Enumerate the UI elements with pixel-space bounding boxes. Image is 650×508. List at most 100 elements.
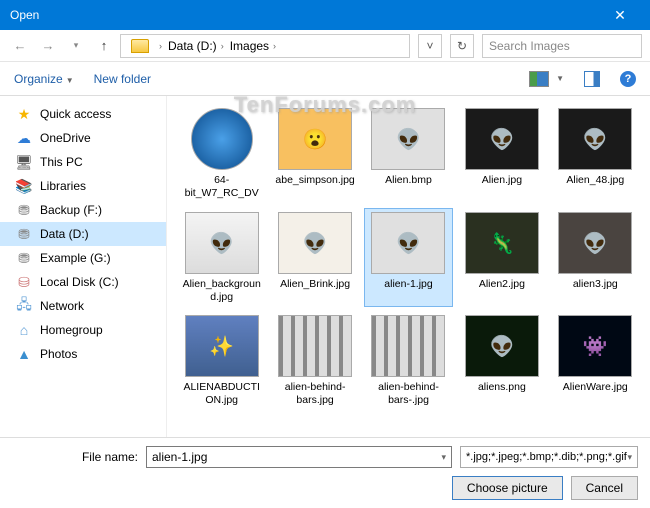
- search-input[interactable]: Search Images: [482, 34, 642, 58]
- sidebar-item-label: Data (D:): [40, 227, 89, 241]
- file-name: aliens.png: [461, 381, 542, 394]
- preview-pane-icon[interactable]: [584, 71, 600, 87]
- file-type-filter[interactable]: *.jpg;*.jpeg;*.bmp;*.dib;*.png;*.gif;*.j…: [460, 446, 638, 468]
- sidebar-item-label: OneDrive: [40, 131, 91, 145]
- quick-access-icon: ★: [16, 106, 32, 122]
- file-thumbnail: 🦎: [465, 212, 539, 274]
- sidebar-item-label: Backup (F:): [40, 203, 102, 217]
- window-title: Open: [10, 8, 600, 22]
- sidebar-item-label: Photos: [40, 347, 77, 361]
- refresh-button[interactable]: ↻: [450, 34, 474, 58]
- file-list: 64-bit_W7_RC_DVD_Label.png 😮abe_simpson.j…: [166, 96, 650, 437]
- file-thumbnail: ✨: [185, 315, 259, 377]
- sidebar: ★ Quick access ☁ OneDrive 🖥 This PC 📚 Libraries…: [0, 96, 166, 437]
- filename-input[interactable]: alien-1.jpg▾: [146, 446, 452, 468]
- sidebar-item-label: This PC: [40, 155, 83, 169]
- file-item[interactable]: 64-bit_W7_RC_DVD_Label.png: [177, 104, 266, 204]
- file-thumbnail: [278, 315, 352, 377]
- file-item[interactable]: 😮abe_simpson.jpg: [270, 104, 359, 204]
- sidebar-item-this-pc[interactable]: 🖥 This PC: [0, 150, 166, 174]
- example-icon: ⛃: [16, 250, 32, 266]
- onedrive-icon: ☁: [16, 130, 32, 146]
- filename-label: File name:: [12, 450, 138, 464]
- file-thumbnail: [371, 315, 445, 377]
- file-item[interactable]: alien-behind-bars-.jpg: [364, 311, 453, 410]
- help-icon[interactable]: ?: [620, 71, 636, 87]
- up-button[interactable]: ↑: [92, 34, 116, 58]
- file-thumbnail: 👽: [558, 212, 632, 274]
- file-thumbnail: [191, 108, 253, 170]
- sidebar-item-photos[interactable]: ▲Photos: [0, 342, 166, 366]
- recent-dropdown-icon[interactable]: ▾: [64, 34, 88, 58]
- file-thumbnail: 👽: [465, 108, 539, 170]
- file-name: alien-behind-bars.jpg: [274, 381, 355, 406]
- file-item[interactable]: 👽 Alien_Brink.jpg: [270, 208, 359, 307]
- file-item[interactable]: 👽aliens.png: [457, 311, 546, 410]
- file-thumbnail: 👽: [185, 212, 259, 274]
- file-name: ALIENABDUCTION.jpg: [181, 381, 262, 406]
- file-name: alien3.jpg: [555, 278, 636, 291]
- sidebar-item-label: Quick access: [40, 107, 111, 121]
- breadcrumb-folder[interactable]: Images›: [230, 39, 276, 53]
- sidebar-item-libraries[interactable]: 📚 Libraries: [0, 174, 166, 198]
- sidebar-item-label: Homegroup: [40, 323, 103, 337]
- file-item[interactable]: 👽 Alien_48.jpg: [551, 104, 640, 204]
- file-name: Alien2.jpg: [461, 278, 542, 291]
- file-name: Alien.bmp: [368, 174, 449, 187]
- breadcrumb-dropdown[interactable]: ˅: [418, 34, 442, 58]
- breadcrumb[interactable]: › Data (D:)› Images›: [120, 34, 410, 58]
- file-thumbnail: 👾: [558, 315, 632, 377]
- homegroup-icon: ⌂: [16, 322, 32, 338]
- sidebar-item-label: Libraries: [40, 179, 86, 193]
- file-name: Alien_Brink.jpg: [274, 278, 355, 291]
- sidebar-item-backup[interactable]: ⛃ Backup (F:): [0, 198, 166, 222]
- file-thumbnail: 👽: [278, 212, 352, 274]
- file-name: Alien.jpg: [461, 174, 542, 187]
- sidebar-item-localdisk[interactable]: ⛁ Local Disk (C:): [0, 270, 166, 294]
- data-icon: ⛃: [16, 226, 32, 242]
- choose-picture-button[interactable]: Choose picture: [452, 476, 563, 500]
- organize-menu[interactable]: Organize▼: [14, 72, 74, 86]
- file-item[interactable]: 🦎 Alien2.jpg: [457, 208, 546, 307]
- sidebar-item-label: Example (G:): [40, 251, 111, 265]
- back-button[interactable]: ←: [8, 34, 32, 58]
- file-name: alien-behind-bars-.jpg: [368, 381, 449, 406]
- backup-icon: ⛃: [16, 202, 32, 218]
- file-name: abe_simpson.jpg: [274, 174, 355, 187]
- file-item[interactable]: 👽Alien_background.jpg: [177, 208, 266, 307]
- file-name: AlienWare.jpg: [555, 381, 636, 394]
- sidebar-item-example[interactable]: ⛃ Example (G:): [0, 246, 166, 270]
- file-name: 64-bit_W7_RC_DVD_Label.png: [181, 174, 262, 200]
- view-menu[interactable]: ▼: [529, 71, 564, 87]
- title-bar: Open ✕: [0, 0, 650, 30]
- cancel-button[interactable]: Cancel: [571, 476, 638, 500]
- close-icon[interactable]: ✕: [600, 7, 640, 24]
- network-icon: 🖧: [16, 298, 32, 314]
- forward-button[interactable]: →: [36, 34, 60, 58]
- this-pc-icon: 🖥: [16, 154, 32, 170]
- file-item[interactable]: ✨ ALIENABDUCTION.jpg: [177, 311, 266, 410]
- sidebar-item-label: Local Disk (C:): [40, 275, 119, 289]
- file-item[interactable]: 👽alien-1.jpg: [364, 208, 453, 307]
- file-item[interactable]: 👽 alien3.jpg: [551, 208, 640, 307]
- chevron-down-icon: ▾: [441, 452, 446, 463]
- libraries-icon: 📚: [16, 178, 32, 194]
- breadcrumb-drive[interactable]: Data (D:)›: [168, 39, 224, 53]
- sidebar-item-homegroup[interactable]: ⌂ Homegroup: [0, 318, 166, 342]
- folder-icon: [131, 39, 149, 53]
- file-item[interactable]: 👽 Alien.jpg: [457, 104, 546, 204]
- footer: File name: alien-1.jpg▾ *.jpg;*.jpeg;*.b…: [0, 437, 650, 508]
- file-thumbnail: 👽: [371, 108, 445, 170]
- file-name: Alien_48.jpg: [555, 174, 636, 187]
- chevron-down-icon: ▾: [627, 452, 632, 463]
- file-item[interactable]: alien-behind-bars.jpg: [270, 311, 359, 410]
- file-item[interactable]: 👽 Alien.bmp: [364, 104, 453, 204]
- file-thumbnail: 👽: [558, 108, 632, 170]
- sidebar-item-network[interactable]: 🖧Network: [0, 294, 166, 318]
- sidebar-item-onedrive[interactable]: ☁ OneDrive: [0, 126, 166, 150]
- sidebar-item-quick-access[interactable]: ★ Quick access: [0, 102, 166, 126]
- sidebar-item-data[interactable]: ⛃ Data (D:): [0, 222, 166, 246]
- file-item[interactable]: 👾 AlienWare.jpg: [551, 311, 640, 410]
- localdisk-icon: ⛁: [16, 274, 32, 290]
- new-folder-button[interactable]: New folder: [94, 72, 151, 86]
